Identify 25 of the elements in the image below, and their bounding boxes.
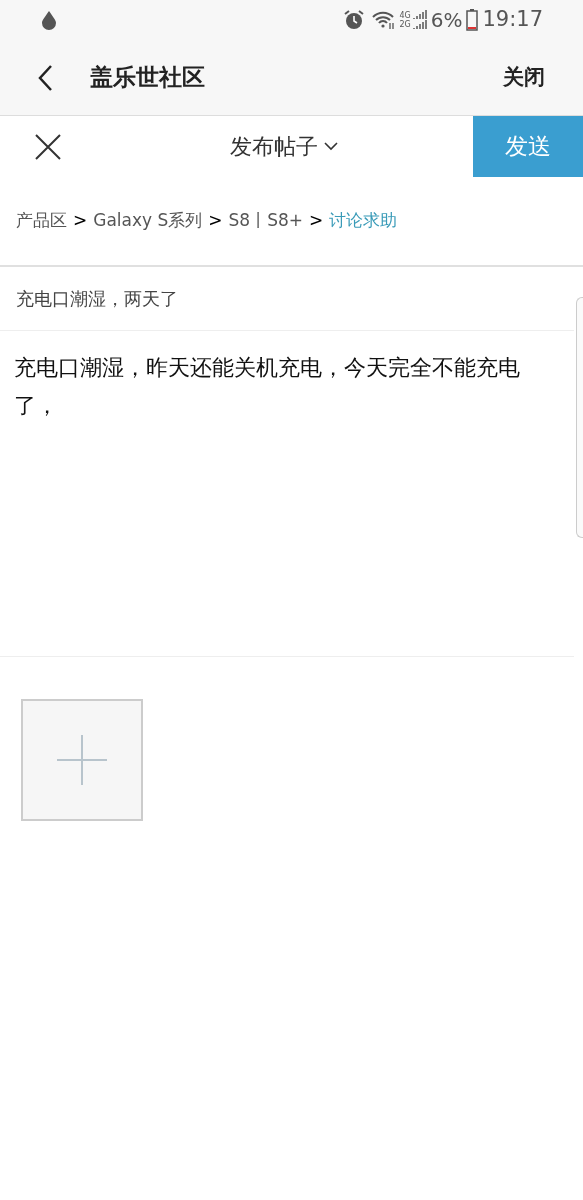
close-icon [33,132,62,161]
post-type-dropdown[interactable]: 发布帖子 [230,130,338,163]
battery-percent: 6% [430,7,463,34]
network-label: 2G [399,20,411,29]
caret-icon [324,142,338,151]
back-icon [37,63,53,92]
network-label: 4G [399,11,411,20]
breadcrumb-link[interactable]: S8丨S8+ [228,208,304,234]
app-title: 盖乐世社区 [90,63,205,93]
signal-icon [412,10,427,30]
close-button[interactable]: 关闭 [503,61,545,94]
subject-field[interactable]: 充电口潮湿，两天了 [0,267,574,331]
body-field[interactable]: 充电口潮湿，昨天还能关机充电，今天完全不能充电了， [0,331,574,657]
add-image-button[interactable] [21,699,143,821]
breadcrumb-separator: > [208,209,223,233]
battery-icon [466,9,479,31]
breadcrumb-separator: > [309,209,324,233]
alarm-icon [343,9,366,31]
plus-icon [57,735,107,785]
clock: 19:17 [482,6,543,34]
edge-panel-handle[interactable] [576,297,583,538]
breadcrumb-link[interactable]: 产品区 [16,208,67,234]
breadcrumb-separator: > [73,209,88,233]
breadcrumb-link[interactable]: Galaxy S系列 [93,208,203,234]
drop-icon [40,10,58,30]
